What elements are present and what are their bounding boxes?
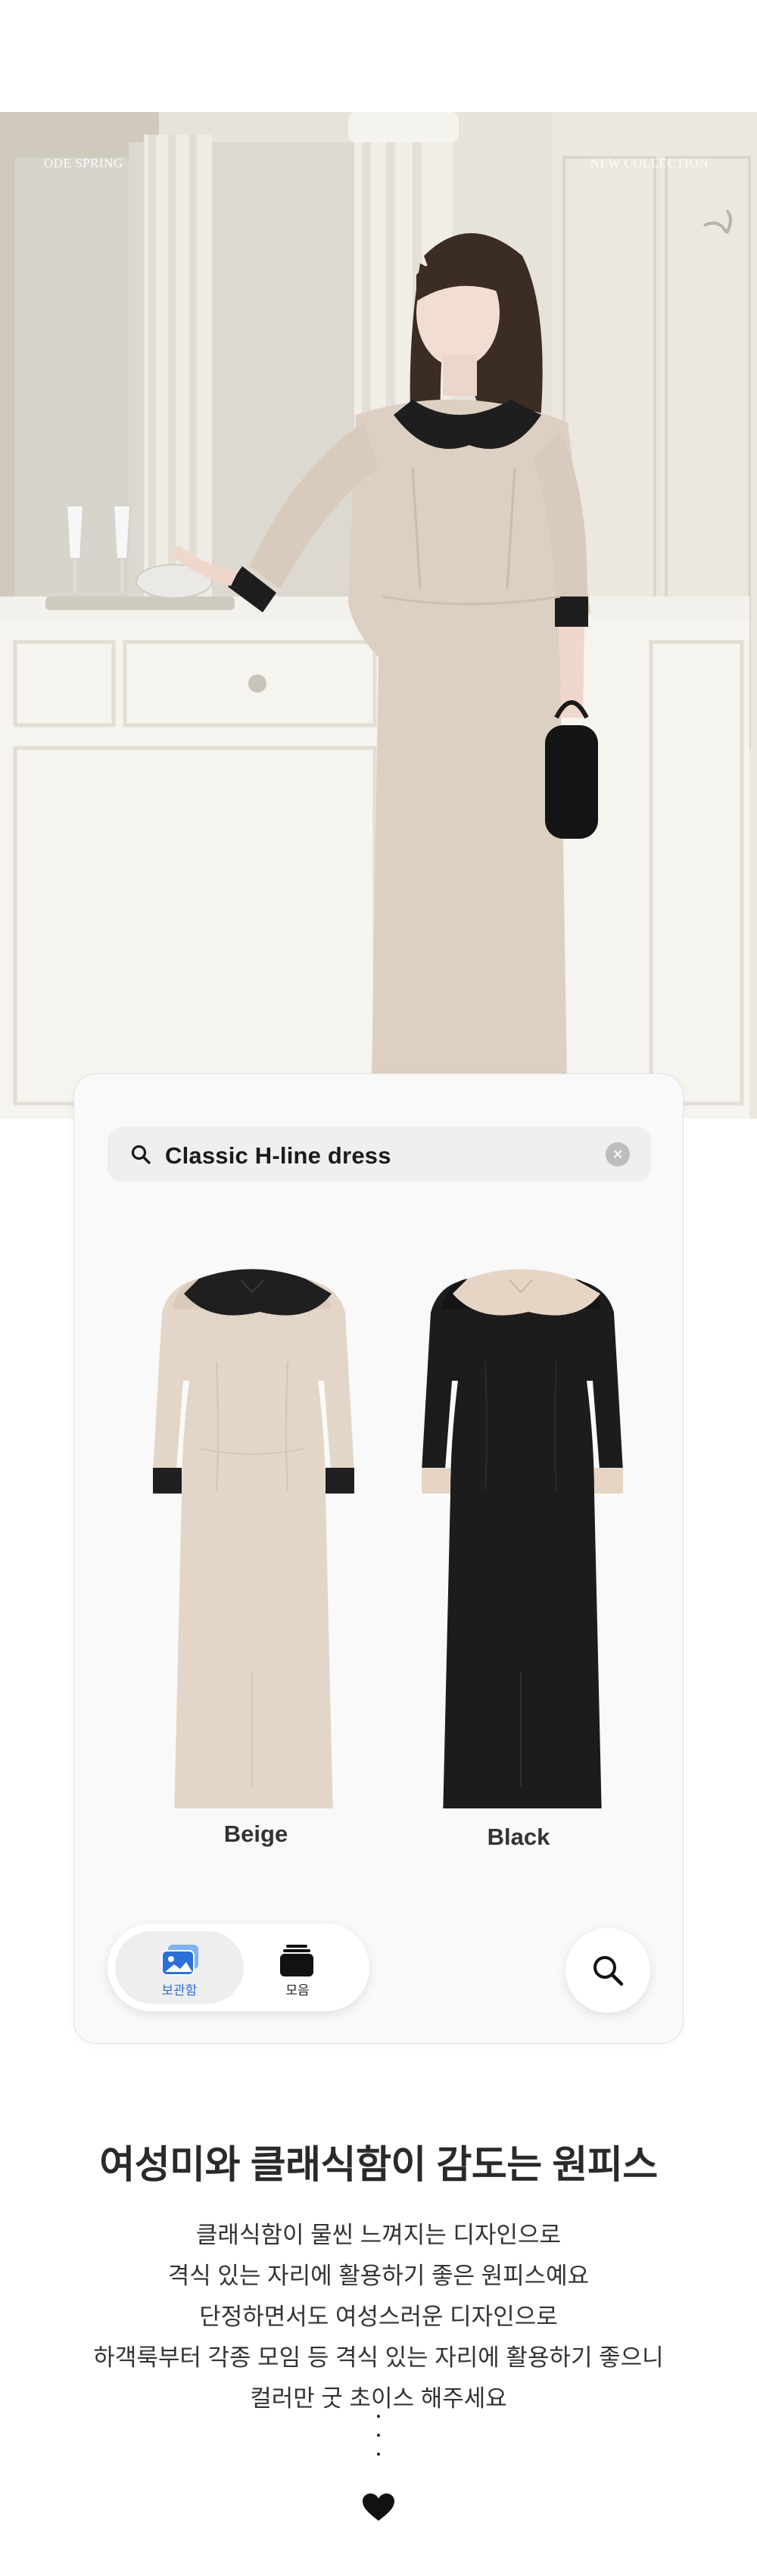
dots-divider xyxy=(0,2415,757,2472)
tab-saved-label: 보관함 xyxy=(161,1983,198,1998)
hero-tag-brand: ODE SPRING xyxy=(44,156,123,170)
hero-illustration xyxy=(0,112,757,1119)
tab-saved[interactable]: 보관함 xyxy=(115,1931,244,2004)
product-black-dress[interactable] xyxy=(396,1248,646,1808)
tab-collection-label: 모음 xyxy=(285,1983,310,1998)
bottom-tab-bar: 보관함 모음 xyxy=(107,1923,369,2011)
hero-photo: ODE SPRING NEW COLLECTION xyxy=(0,112,757,1119)
photos-icon xyxy=(161,1945,198,1976)
description-line: 격식 있는 자리에 활용하기 좋은 원피스예요 xyxy=(167,2263,590,2289)
beige-dress-image xyxy=(153,1269,354,1808)
stack-icon xyxy=(280,1945,313,1976)
product-description: 클래식함이 물씬 느껴지는 디자인으로 격식 있는 자리에 활용하기 좋은 원피… xyxy=(0,2215,757,2419)
search-bar[interactable]: Classic H-line dress × xyxy=(107,1127,651,1182)
search-fab-button[interactable] xyxy=(565,1928,650,2013)
clear-icon[interactable]: × xyxy=(606,1142,630,1167)
search-icon xyxy=(593,1956,624,1986)
search-card: Classic H-line dress × Beige Black 보관함 모… xyxy=(73,1073,684,2044)
product-headline: 여성미와 클래식함이 감도는 원피스 xyxy=(99,2143,658,2186)
product-beige-dress[interactable] xyxy=(127,1248,377,1808)
description-line: 단정하면서도 여성스러운 디자인으로 xyxy=(199,2303,558,2330)
description-line: 클래식함이 물씬 느껴지는 디자인으로 xyxy=(195,2222,562,2248)
product-label-black: Black xyxy=(487,1824,550,1850)
tab-collection[interactable]: 모음 xyxy=(233,1931,362,2004)
black-heart-icon xyxy=(363,2493,394,2521)
hero-tag-collection: NEW COLLECTION xyxy=(590,156,709,170)
black-dress-image xyxy=(422,1269,623,1808)
description-line: 하객룩부터 각종 모임 등 격식 있는 자리에 활용하기 좋으니 xyxy=(93,2344,664,2371)
search-icon xyxy=(131,1145,151,1164)
product-label-beige: Beige xyxy=(223,1821,288,1847)
search-query[interactable]: Classic H-line dress xyxy=(165,1142,391,1170)
description-line: 컬러만 굿 초이스 해주세요 xyxy=(250,2385,507,2412)
